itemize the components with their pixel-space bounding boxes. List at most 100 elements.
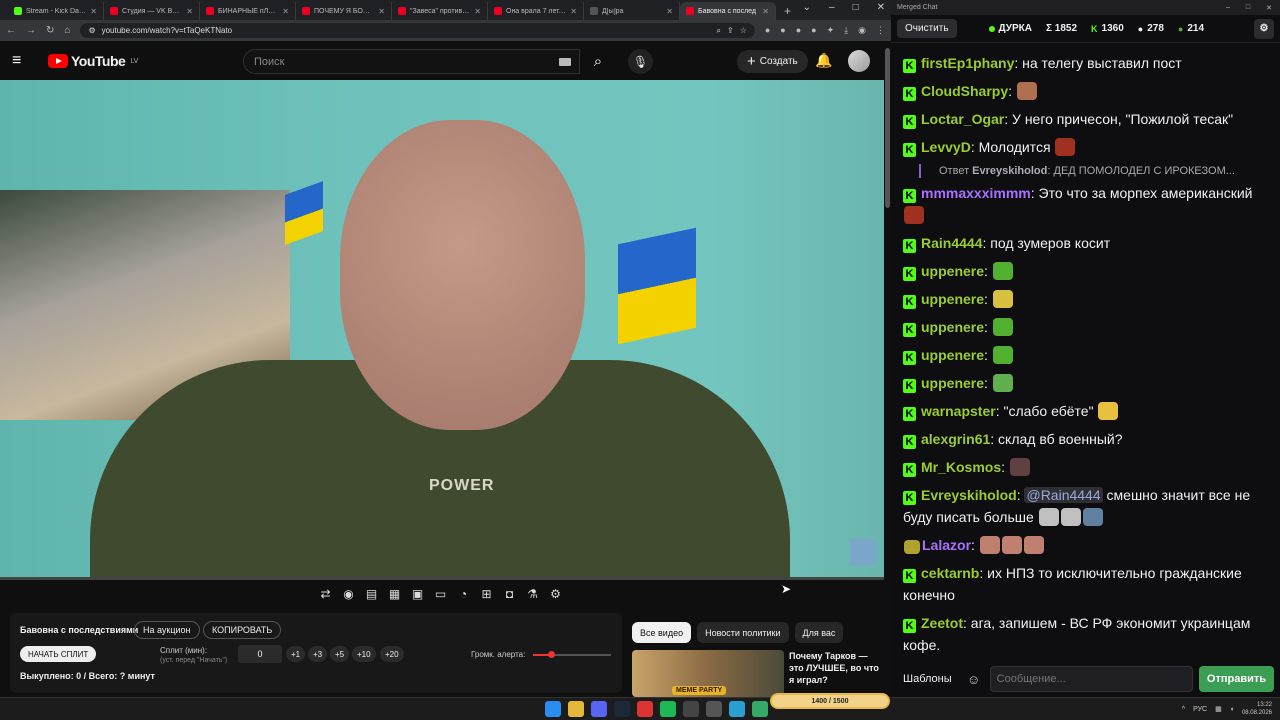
create-button[interactable]: + Создать [737, 50, 808, 73]
auction-button[interactable]: На аукцион [134, 621, 200, 639]
share-icon[interactable]: ⇪ [727, 26, 734, 35]
chat-username[interactable]: Rain4444 [921, 235, 982, 251]
clear-chat-button[interactable]: Очистить [897, 19, 957, 38]
emote-icon[interactable] [1001, 536, 1022, 554]
browser-tab[interactable]: Д[ы]ра ✕ [584, 2, 680, 20]
emote-icon[interactable] [992, 290, 1013, 308]
emote-icon[interactable] [1060, 508, 1081, 526]
menu-dots-icon[interactable]: ⋮ [876, 25, 885, 36]
discord-icon[interactable] [591, 701, 607, 717]
emote-icon[interactable] [1038, 508, 1059, 526]
chat-username[interactable]: Lalazor [922, 537, 971, 553]
extension-icon[interactable]: ● [765, 25, 770, 36]
chat-username[interactable]: uppenere [921, 347, 984, 363]
app-icon[interactable] [683, 701, 699, 717]
minimize-icon[interactable]: – [829, 2, 835, 13]
steam-icon[interactable] [614, 701, 630, 717]
copy-button[interactable]: КОПИРОВАТЬ [203, 621, 282, 639]
youtube-logo[interactable]: YouTube LV [48, 53, 138, 69]
chat-username[interactable]: firstEp1phany [921, 55, 1014, 71]
chat-username[interactable]: mmmaxxximmm [921, 185, 1031, 201]
app-icon[interactable] [706, 701, 722, 717]
alert-volume-slider[interactable] [533, 651, 611, 658]
chat-username[interactable]: alexgrin61 [921, 431, 990, 447]
app-icon[interactable] [637, 701, 653, 717]
notifications-bell-icon[interactable]: 🔔 [815, 52, 832, 69]
chat-username[interactable]: cektarnb [921, 565, 979, 581]
add-box-icon[interactable]: ⊞ [477, 585, 496, 603]
home-icon[interactable]: ⌂ [64, 25, 70, 36]
channel-watermark[interactable] [850, 539, 876, 565]
chevron-down-icon[interactable]: ⌄ [803, 2, 811, 13]
emote-icon[interactable] [992, 318, 1013, 336]
search-button[interactable]: ⌕ [580, 49, 616, 74]
tab-close-icon[interactable]: ✕ [90, 7, 97, 16]
avatar[interactable] [848, 50, 870, 72]
emote-icon[interactable] [1082, 508, 1103, 526]
browser-tab[interactable]: ПОЧЕМУ Я БОЛЬШЕ ✕ [296, 2, 392, 20]
tab-close-icon[interactable]: ✕ [666, 7, 673, 16]
tab-close-icon[interactable]: ✕ [282, 7, 289, 16]
start-split-button[interactable]: НАЧАТЬ СПЛИТ [20, 646, 97, 662]
emote-icon[interactable] [1009, 458, 1030, 476]
chat-username[interactable]: warnapster [921, 403, 996, 419]
emote-icon[interactable] [1016, 82, 1037, 100]
emote-icon[interactable] [904, 206, 924, 224]
chat-username[interactable]: Loctar_Ogar [921, 111, 1004, 127]
screenshot-icon[interactable]: ◘ [500, 585, 519, 603]
recommendation-title[interactable]: Почему Тарков — это ЛУЧШЕЕ, во что я игр… [789, 650, 879, 686]
search-input[interactable]: Поиск [243, 49, 580, 74]
browser-tab[interactable]: Она врала 7 лет. Тён ✕ [488, 2, 584, 20]
chrome-icon[interactable] [568, 701, 584, 717]
clapper-icon[interactable]: ▦ [385, 585, 404, 603]
page-scrollbar[interactable] [885, 48, 890, 208]
gear-icon[interactable]: ⚙ [546, 585, 565, 603]
app-icon[interactable] [752, 701, 768, 717]
broadcast-icon[interactable]: ◉ [339, 585, 358, 603]
spotify-icon[interactable] [660, 701, 676, 717]
emote-icon[interactable] [979, 536, 1000, 554]
chat-username[interactable]: LevvyD [921, 139, 971, 155]
close-icon[interactable]: ✕ [877, 2, 885, 13]
volume-icon[interactable]: ◖ [1230, 706, 1234, 713]
chat-username[interactable]: Mr_Kosmos [921, 459, 1001, 475]
reply-preview[interactable]: Ответ Evreyskiholod: ДЕД ПОМОЛОДЕЛ С ИРО… [919, 164, 1264, 178]
zoom-icon[interactable]: ⌕ [717, 26, 721, 36]
browser-tab[interactable]: Студия — VK Видео | ✕ [104, 2, 200, 20]
bookmark-star-icon[interactable]: ☆ [740, 26, 747, 35]
chat-username[interactable]: uppenere [921, 291, 984, 307]
chat-settings-gear-icon[interactable]: ⚙ [1254, 18, 1274, 39]
language-indicator[interactable]: РУС [1193, 706, 1207, 713]
chip-for-you[interactable]: Для вас [794, 622, 844, 643]
picture-in-picture-icon[interactable]: ▣ [408, 585, 427, 603]
chip-all-videos[interactable]: Все видео [632, 622, 692, 643]
step-button[interactable]: +1 [286, 646, 306, 662]
step-button[interactable]: +20 [380, 646, 404, 662]
mention[interactable]: @Rain4444 [1024, 487, 1103, 503]
recommendation-thumbnail[interactable]: MEME PARTY [632, 650, 784, 697]
hamburger-menu-icon[interactable]: ≡ [12, 52, 38, 70]
clock[interactable]: 13:22 08.08.2026 [1242, 701, 1272, 717]
maximize-icon[interactable]: □ [1246, 4, 1250, 12]
chat-username[interactable]: CloudSharpy [921, 83, 1008, 99]
windows-start-icon[interactable] [545, 701, 561, 717]
extension-icon[interactable]: ● [780, 25, 785, 36]
profile-icon[interactable]: ◉ [858, 25, 866, 36]
chat-username[interactable]: uppenere [921, 263, 984, 279]
url-field[interactable]: ⚙ youtube.com/watch?v=tTaQeKTNato ⌕ ⇪ ☆ [80, 23, 755, 38]
telegram-icon[interactable] [729, 701, 745, 717]
playlist-icon[interactable]: ▤ [362, 585, 381, 603]
extension-icon[interactable]: ● [796, 25, 801, 36]
emote-icon[interactable] [1055, 138, 1076, 156]
chip-politics-news[interactable]: Новости политики [697, 622, 789, 643]
message-input[interactable]: Сообщение... [989, 666, 1193, 692]
emote-icon[interactable] [1023, 536, 1044, 554]
step-button[interactable]: +5 [330, 646, 350, 662]
split-minutes-input[interactable]: 0 [238, 645, 282, 663]
download-icon[interactable]: ⤓ [844, 25, 848, 36]
step-button[interactable]: +3 [308, 646, 328, 662]
browser-tab[interactable]: БИНАРНЫЕ пЛОХОП ✕ [200, 2, 296, 20]
network-icon[interactable]: ▦ [1215, 705, 1222, 713]
step-button[interactable]: +10 [352, 646, 376, 662]
tray-chevron-icon[interactable]: ^ [1182, 706, 1185, 713]
